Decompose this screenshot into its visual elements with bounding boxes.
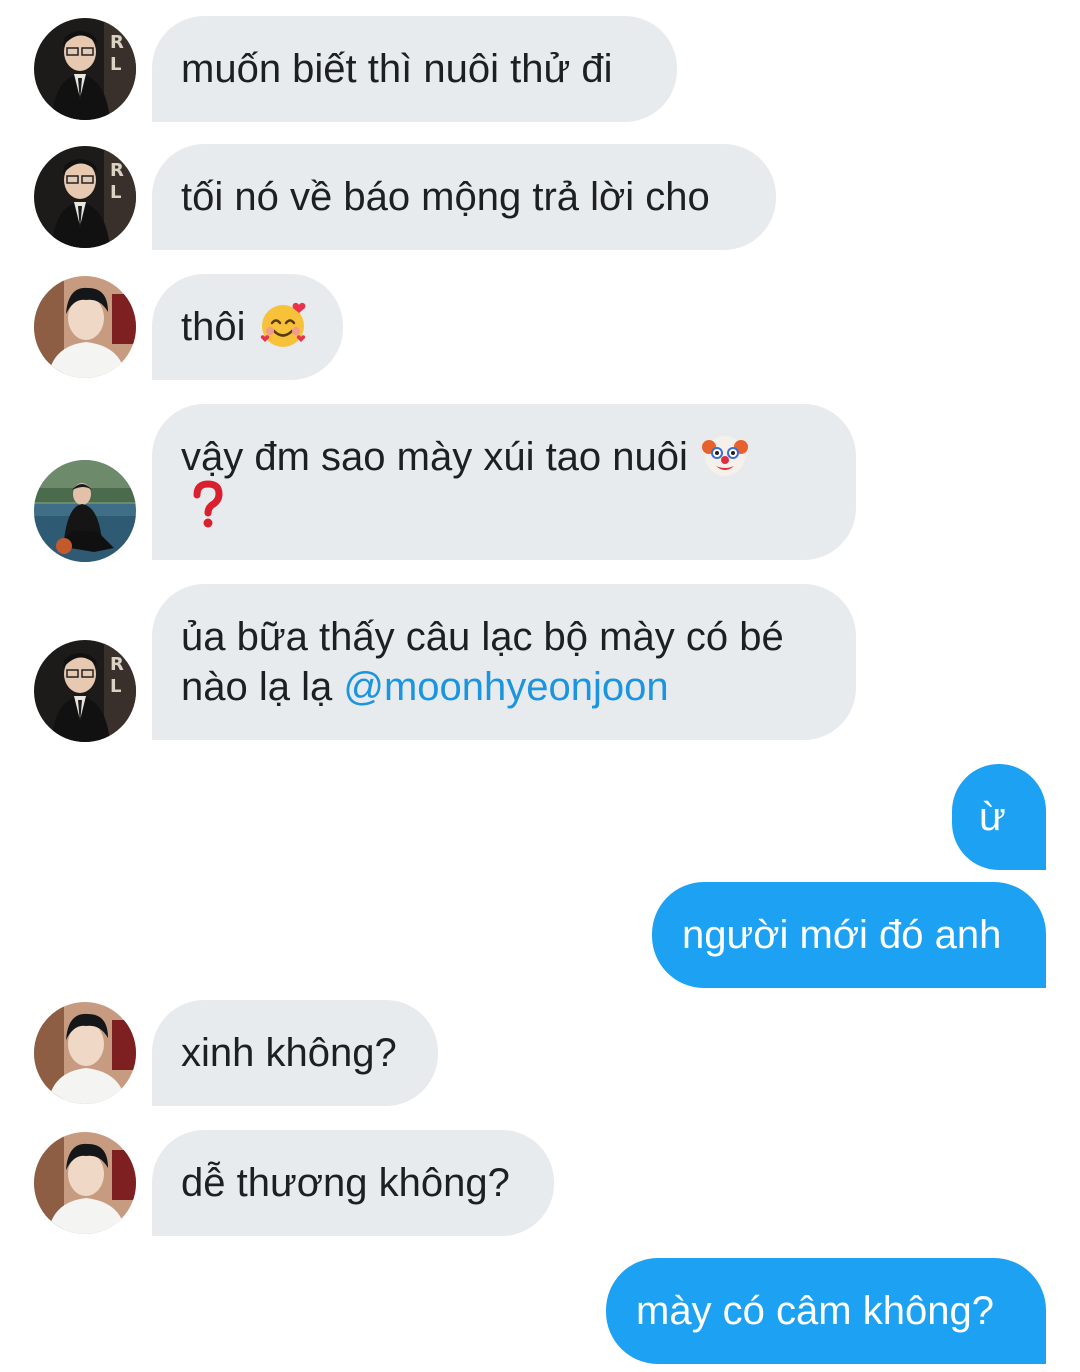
message-row: vậy đm sao mày xúi tao nuôi — [0, 404, 1080, 562]
mention-link[interactable]: @moonhyeonjoon — [343, 665, 668, 709]
message-text: tối nó về báo mộng trả lời cho — [181, 175, 710, 219]
clown-face-icon — [699, 429, 751, 481]
message-bubble[interactable]: tối nó về báo mộng trả lời cho — [152, 144, 776, 250]
message-text: dễ thương không? — [181, 1161, 510, 1205]
message-text: ủa bữa thấy câu lạc bộ mày có bé — [181, 615, 784, 659]
message-bubble[interactable]: dễ thương không? — [152, 1130, 554, 1236]
message-bubble[interactable]: ừ — [952, 764, 1046, 870]
message-row: người mới đó anh — [0, 882, 1080, 988]
avatar[interactable] — [34, 146, 136, 248]
message-row: thôi — [0, 274, 1080, 380]
message-text: muốn biết thì nuôi thử đi — [181, 47, 613, 91]
message-bubble[interactable]: mày có câm không? — [606, 1258, 1046, 1364]
message-bubble[interactable]: muốn biết thì nuôi thử đi — [152, 16, 677, 122]
avatar[interactable] — [34, 1132, 136, 1234]
smiling-face-with-hearts-icon — [257, 299, 309, 351]
question-mark-icon — [181, 479, 233, 531]
avatar[interactable] — [34, 460, 136, 562]
message-text: thôi — [181, 305, 246, 349]
message-text: nào lạ lạ — [181, 665, 344, 709]
message-row: muốn biết thì nuôi thử đi — [0, 16, 1080, 122]
message-row: mày có câm không? — [0, 1258, 1080, 1364]
message-bubble[interactable]: ủa bữa thấy câu lạc bộ mày có bé nào lạ … — [152, 584, 856, 740]
message-row: xinh không? — [0, 1000, 1080, 1106]
message-text: người mới đó anh — [682, 913, 1002, 957]
avatar[interactable] — [34, 18, 136, 120]
message-row: ủa bữa thấy câu lạc bộ mày có bé nào lạ … — [0, 584, 1080, 742]
message-bubble[interactable]: người mới đó anh — [652, 882, 1046, 988]
message-text: mày có câm không? — [636, 1289, 994, 1333]
message-row: ừ — [0, 764, 1080, 870]
message-text: xinh không? — [181, 1031, 397, 1075]
message-row: tối nó về báo mộng trả lời cho — [0, 144, 1080, 250]
message-text: ừ — [979, 795, 1006, 839]
message-row: dễ thương không? — [0, 1130, 1080, 1236]
message-text: vậy đm sao mày xúi tao nuôi — [181, 435, 688, 479]
message-bubble[interactable]: thôi — [152, 274, 343, 380]
avatar[interactable] — [34, 1002, 136, 1104]
message-bubble[interactable]: xinh không? — [152, 1000, 438, 1106]
avatar[interactable] — [34, 276, 136, 378]
avatar[interactable] — [34, 640, 136, 742]
message-bubble[interactable]: vậy đm sao mày xúi tao nuôi — [152, 404, 856, 560]
